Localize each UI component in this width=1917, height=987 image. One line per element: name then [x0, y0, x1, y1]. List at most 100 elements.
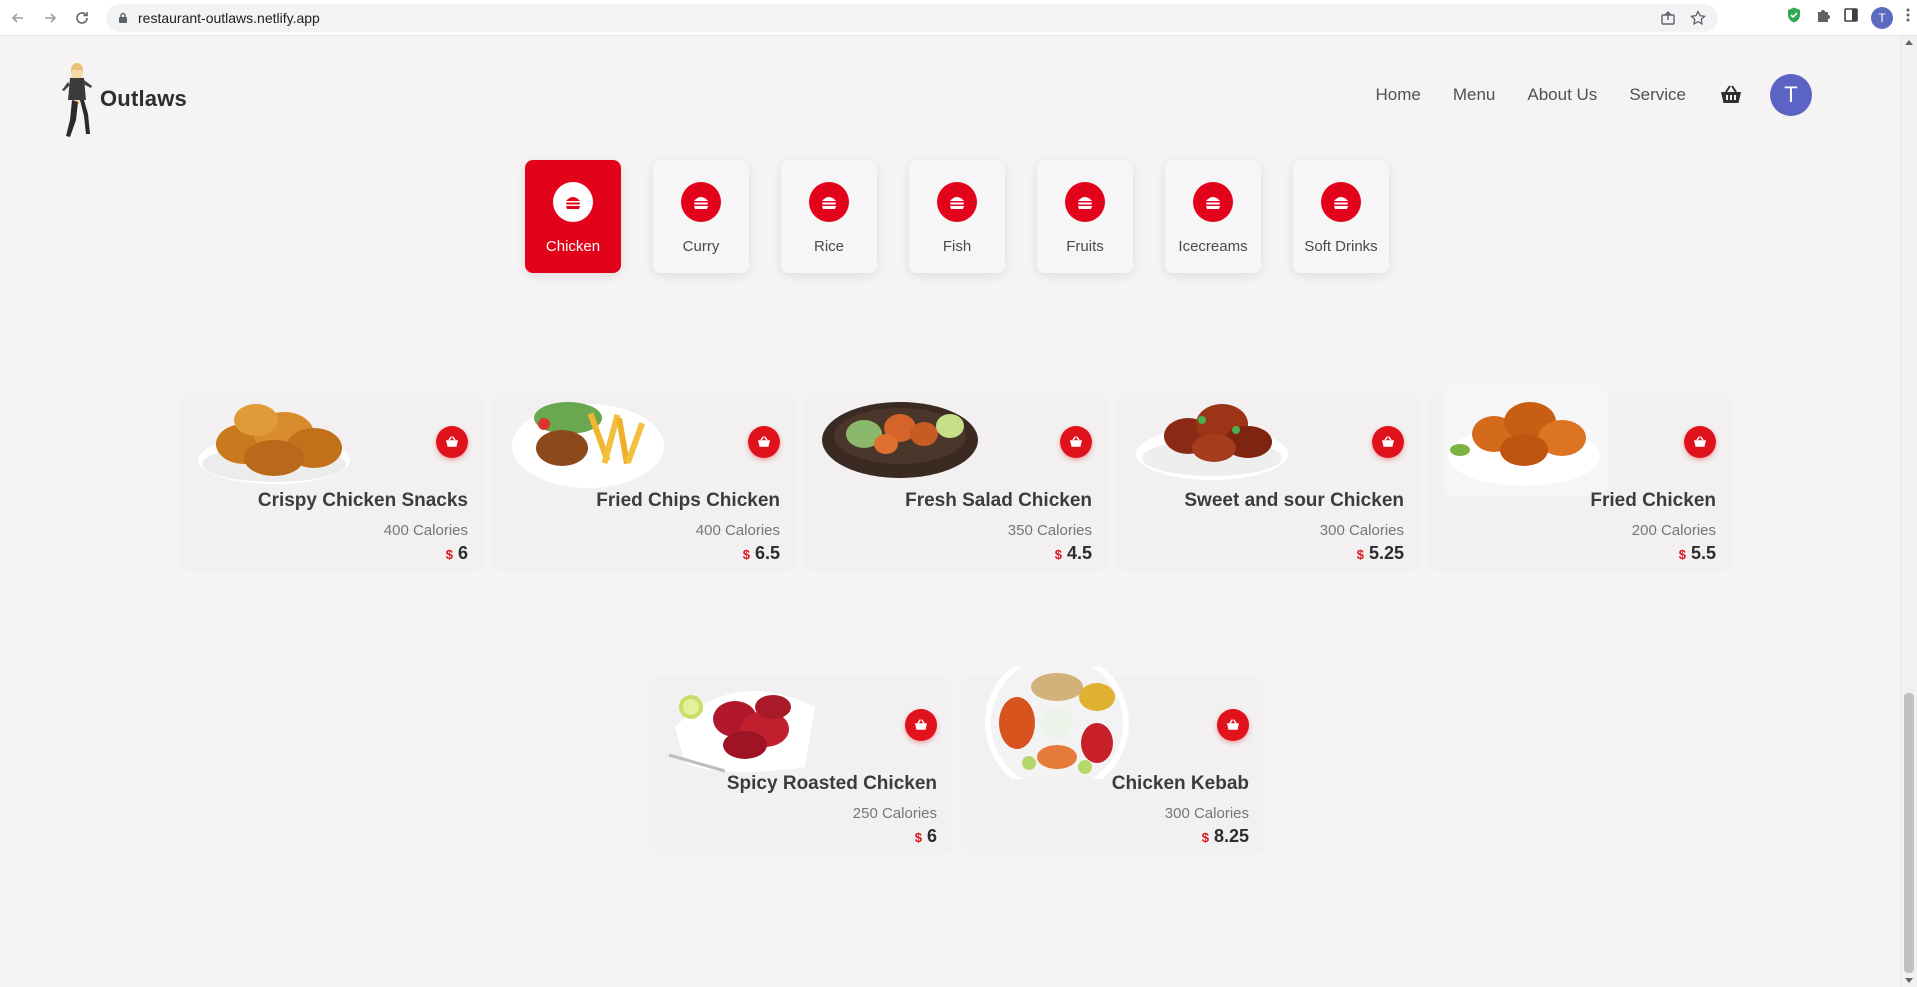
food-image-spicy-roasted-chicken: [668, 691, 815, 773]
currency-symbol: $: [1356, 547, 1364, 562]
main-nav: Home Menu About Us Service T: [1343, 74, 1812, 116]
price-value: 6.5: [754, 543, 780, 563]
food-image-crispy-chicken-snacks: [198, 404, 350, 484]
user-avatar[interactable]: T: [1770, 74, 1812, 116]
burger-icon: [1321, 182, 1361, 222]
basket-icon: [1070, 436, 1082, 447]
reload-icon[interactable]: [68, 4, 96, 32]
food-image-fried-chicken: [1444, 384, 1608, 496]
product-calories: 250 Calories: [852, 805, 937, 822]
basket-icon: [758, 436, 770, 447]
category-label: Icecreams: [1178, 238, 1248, 255]
product-card: Fried Chips Chicken 400 Calories $6.5: [494, 394, 794, 568]
product-name: Fried Chips Chicken: [596, 490, 780, 511]
side-panel-icon[interactable]: [1843, 7, 1859, 28]
extensions-puzzle-icon[interactable]: [1815, 7, 1831, 28]
product-card: Fried Chicken 200 Calories $5.5: [1430, 384, 1730, 568]
browser-profile-avatar[interactable]: T: [1871, 6, 1893, 29]
product-calories: 300 Calories: [1319, 522, 1404, 539]
back-icon[interactable]: [4, 4, 32, 32]
basket-icon: [446, 436, 458, 447]
food-image-fresh-salad-chicken: [822, 402, 978, 478]
site-header: Outlaws Home Menu About Us Service T: [0, 36, 1900, 160]
forward-icon[interactable]: [36, 4, 64, 32]
product-calories: 200 Calories: [1631, 522, 1716, 539]
category-label: Rice: [813, 238, 844, 255]
scroll-up-icon[interactable]: [1905, 40, 1913, 45]
category-rice[interactable]: Rice: [781, 160, 877, 273]
cart-basket-icon[interactable]: [1718, 82, 1744, 108]
burger-icon: [809, 182, 849, 222]
add-to-cart-button[interactable]: [1217, 709, 1249, 741]
nav-home[interactable]: Home: [1375, 85, 1420, 105]
bookmark-star-icon[interactable]: [1690, 10, 1706, 26]
basket-icon: [1382, 436, 1394, 447]
product-price: $5.25: [1357, 543, 1404, 564]
browser-toolbar: restaurant-outlaws.netlify.app T: [0, 0, 1917, 36]
product-price: $6: [915, 826, 937, 847]
category-icecreams[interactable]: Icecreams: [1165, 160, 1261, 273]
product-price: $8.25: [1202, 826, 1249, 847]
add-to-cart-button[interactable]: [905, 709, 937, 741]
currency-symbol: $: [445, 547, 453, 562]
currency-symbol: $: [1201, 830, 1209, 845]
shield-extension-icon[interactable]: [1785, 6, 1803, 29]
product-card: Fresh Salad Chicken 350 Calories $4.5: [806, 394, 1106, 568]
food-image-chicken-kebab: [985, 667, 1129, 779]
price-value: 8.25: [1213, 826, 1249, 846]
nav-about-us[interactable]: About Us: [1527, 85, 1597, 105]
currency-symbol: $: [1054, 547, 1062, 562]
product-card: Chicken Kebab 300 Calories $8.25: [963, 667, 1263, 851]
currency-symbol: $: [742, 547, 750, 562]
burger-icon: [681, 182, 721, 222]
product-calories: 350 Calories: [1007, 522, 1092, 539]
add-to-cart-button[interactable]: [1684, 426, 1716, 458]
category-chicken[interactable]: Chicken: [525, 160, 621, 273]
logo-figure-icon: [62, 63, 92, 137]
add-to-cart-button[interactable]: [1060, 426, 1092, 458]
add-to-cart-button[interactable]: [1372, 426, 1404, 458]
product-calories: 400 Calories: [695, 522, 780, 539]
category-filters: Chicken Curry Rice Fish Fruits Icecreams…: [525, 160, 1389, 273]
basket-icon: [915, 719, 927, 730]
burger-icon: [937, 182, 977, 222]
price-value: 6: [457, 543, 468, 563]
brand-logo[interactable]: Outlaws: [58, 60, 187, 138]
scroll-down-icon[interactable]: [1905, 978, 1913, 983]
product-card: Sweet and sour Chicken 300 Calories $5.2…: [1118, 394, 1418, 568]
category-fish[interactable]: Fish: [909, 160, 1005, 273]
page-scrollbar[interactable]: [1900, 36, 1917, 987]
nav-menu[interactable]: Menu: [1453, 85, 1496, 105]
currency-symbol: $: [1678, 547, 1686, 562]
price-value: 5.25: [1368, 543, 1404, 563]
category-label: Chicken: [545, 238, 601, 255]
share-icon[interactable]: [1660, 10, 1676, 26]
category-curry[interactable]: Curry: [653, 160, 749, 273]
lock-icon: [118, 12, 128, 24]
currency-symbol: $: [914, 830, 922, 845]
product-price: $4.5: [1055, 543, 1092, 564]
product-name: Fried Chicken: [1590, 490, 1716, 511]
brand-name: Outlaws: [100, 86, 187, 111]
scrollbar-thumb[interactable]: [1904, 693, 1914, 973]
product-name: Spicy Roasted Chicken: [726, 773, 937, 794]
kebab-menu-icon[interactable]: [1905, 7, 1911, 28]
address-bar[interactable]: restaurant-outlaws.netlify.app: [106, 4, 1718, 32]
product-name: Sweet and sour Chicken: [1184, 490, 1404, 511]
product-price: $6: [446, 543, 468, 564]
category-label: Fruits: [1066, 238, 1104, 255]
add-to-cart-button[interactable]: [436, 426, 468, 458]
category-label: Fish: [942, 238, 972, 255]
category-soft-drinks[interactable]: Soft Drinks: [1293, 160, 1389, 273]
price-value: 5.5: [1690, 543, 1716, 563]
burger-icon: [1065, 182, 1105, 222]
add-to-cart-button[interactable]: [748, 426, 780, 458]
burger-icon: [553, 182, 593, 222]
url-text: restaurant-outlaws.netlify.app: [138, 10, 320, 26]
product-name: Crispy Chicken Snacks: [257, 490, 468, 511]
nav-service[interactable]: Service: [1629, 85, 1686, 105]
category-fruits[interactable]: Fruits: [1037, 160, 1133, 273]
food-image-sweet-and-sour-chicken: [1136, 404, 1288, 480]
food-image-fried-chips-chicken: [512, 402, 664, 488]
product-calories: 300 Calories: [1164, 805, 1249, 822]
